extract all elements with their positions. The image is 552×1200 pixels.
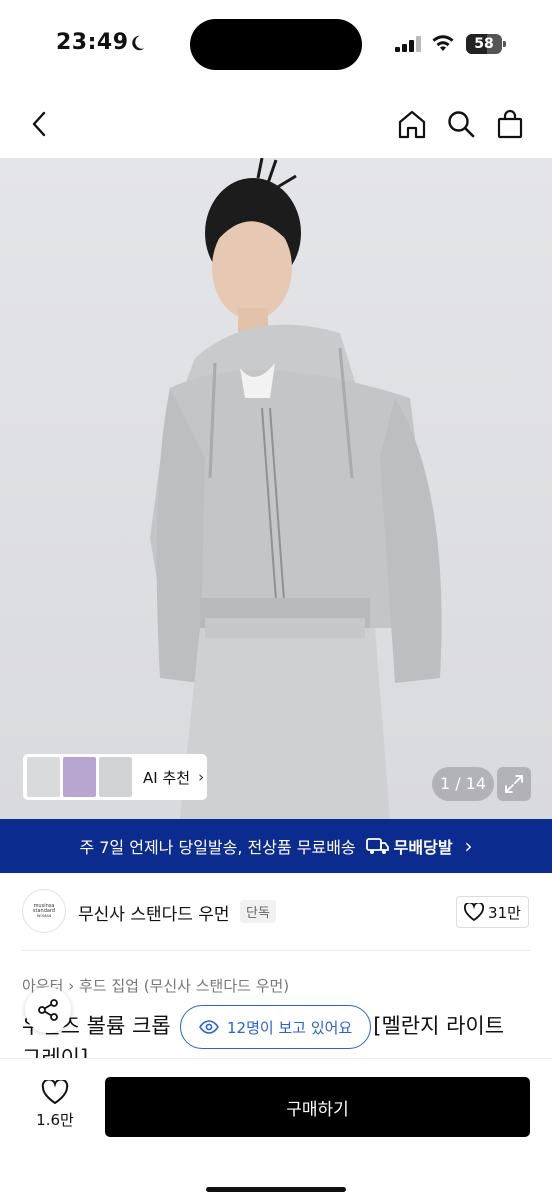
breadcrumb-separator: › — [68, 977, 79, 995]
expand-button[interactable] — [497, 767, 531, 801]
signal-icon — [395, 36, 421, 52]
promo-badge: 무배당발 — [365, 834, 453, 858]
battery-tip — [503, 41, 506, 47]
thumbnail-3[interactable] — [99, 757, 132, 797]
wishlist-count: 1.6만 — [36, 1111, 74, 1129]
status-bar: 23:49 58 — [0, 0, 552, 90]
top-nav — [0, 90, 552, 158]
chevron-right-icon: › — [198, 768, 205, 786]
home-button[interactable] — [392, 104, 432, 144]
promo-text: 주 7일 언제나 당일발송, 전상품 무료배송 — [79, 838, 356, 857]
back-button[interactable] — [20, 104, 60, 144]
battery-level: 58 — [474, 36, 494, 52]
truck-icon — [365, 838, 389, 854]
battery-indicator: 58 — [466, 34, 502, 54]
brand-name[interactable]: 무신사 스탠다드 우먼 — [78, 900, 230, 925]
dynamic-island — [190, 19, 362, 70]
exclusive-badge: 단독 — [240, 900, 276, 923]
promo-banner[interactable]: 주 7일 언제나 당일발송, 전상품 무료배송 무배당발 › — [0, 819, 552, 873]
search-button[interactable] — [441, 104, 481, 144]
image-counter: 1 / 14 — [432, 767, 494, 801]
bottom-action-bar: 1.6만 구매하기 — [0, 1058, 552, 1200]
wifi-icon — [432, 35, 454, 51]
brand-like-count: 31만 — [488, 903, 521, 922]
home-icon — [398, 110, 426, 139]
bag-icon — [497, 109, 523, 139]
buy-button[interactable]: 구매하기 — [105, 1077, 530, 1137]
thumbnail-1[interactable] — [27, 757, 60, 797]
viewers-indicator: 12명이 보고 있어요 — [180, 1005, 372, 1049]
share-icon — [38, 999, 58, 1021]
viewers-text: 12명이 보고 있어요 — [227, 1018, 353, 1037]
heart-icon — [41, 1080, 69, 1105]
status-time: 23:49 — [56, 30, 129, 55]
thumbnail-2[interactable] — [63, 757, 96, 797]
product-image[interactable]: AI 추천 › 1 / 14 — [0, 158, 552, 819]
brand-like-button[interactable]: 31만 — [456, 896, 529, 928]
search-icon — [448, 111, 475, 138]
home-indicator — [206, 1187, 346, 1192]
chevron-left-icon — [32, 111, 46, 137]
wishlist-button[interactable]: 1.6만 — [22, 1075, 88, 1135]
brand-logo[interactable]: musinsa standard WOMAN — [22, 889, 66, 933]
breadcrumb-item-hood[interactable]: 후드 집업 (무신사 스탠다드 우먼) — [79, 977, 289, 995]
chevron-right-icon: › — [464, 834, 473, 858]
heart-icon — [464, 903, 485, 921]
ai-recommend-strip[interactable]: AI 추천 › — [23, 754, 207, 800]
moon-icon — [132, 35, 145, 51]
ai-recommend-label: AI 추천 — [143, 768, 191, 787]
cart-button[interactable] — [490, 104, 530, 144]
brand-logo-text-3: WOMAN — [36, 913, 52, 918]
divider — [22, 950, 530, 951]
product-title-end: [멜란지 라이트 — [373, 1014, 505, 1038]
eye-icon — [199, 1020, 219, 1034]
expand-icon — [505, 775, 523, 793]
promo-badge-label: 무배당발 — [393, 838, 453, 857]
brand-row[interactable]: musinsa standard WOMAN 무신사 스탠다드 우먼 단독 31… — [0, 873, 552, 953]
product-photo-illustration — [150, 158, 442, 819]
share-button[interactable] — [25, 987, 71, 1033]
